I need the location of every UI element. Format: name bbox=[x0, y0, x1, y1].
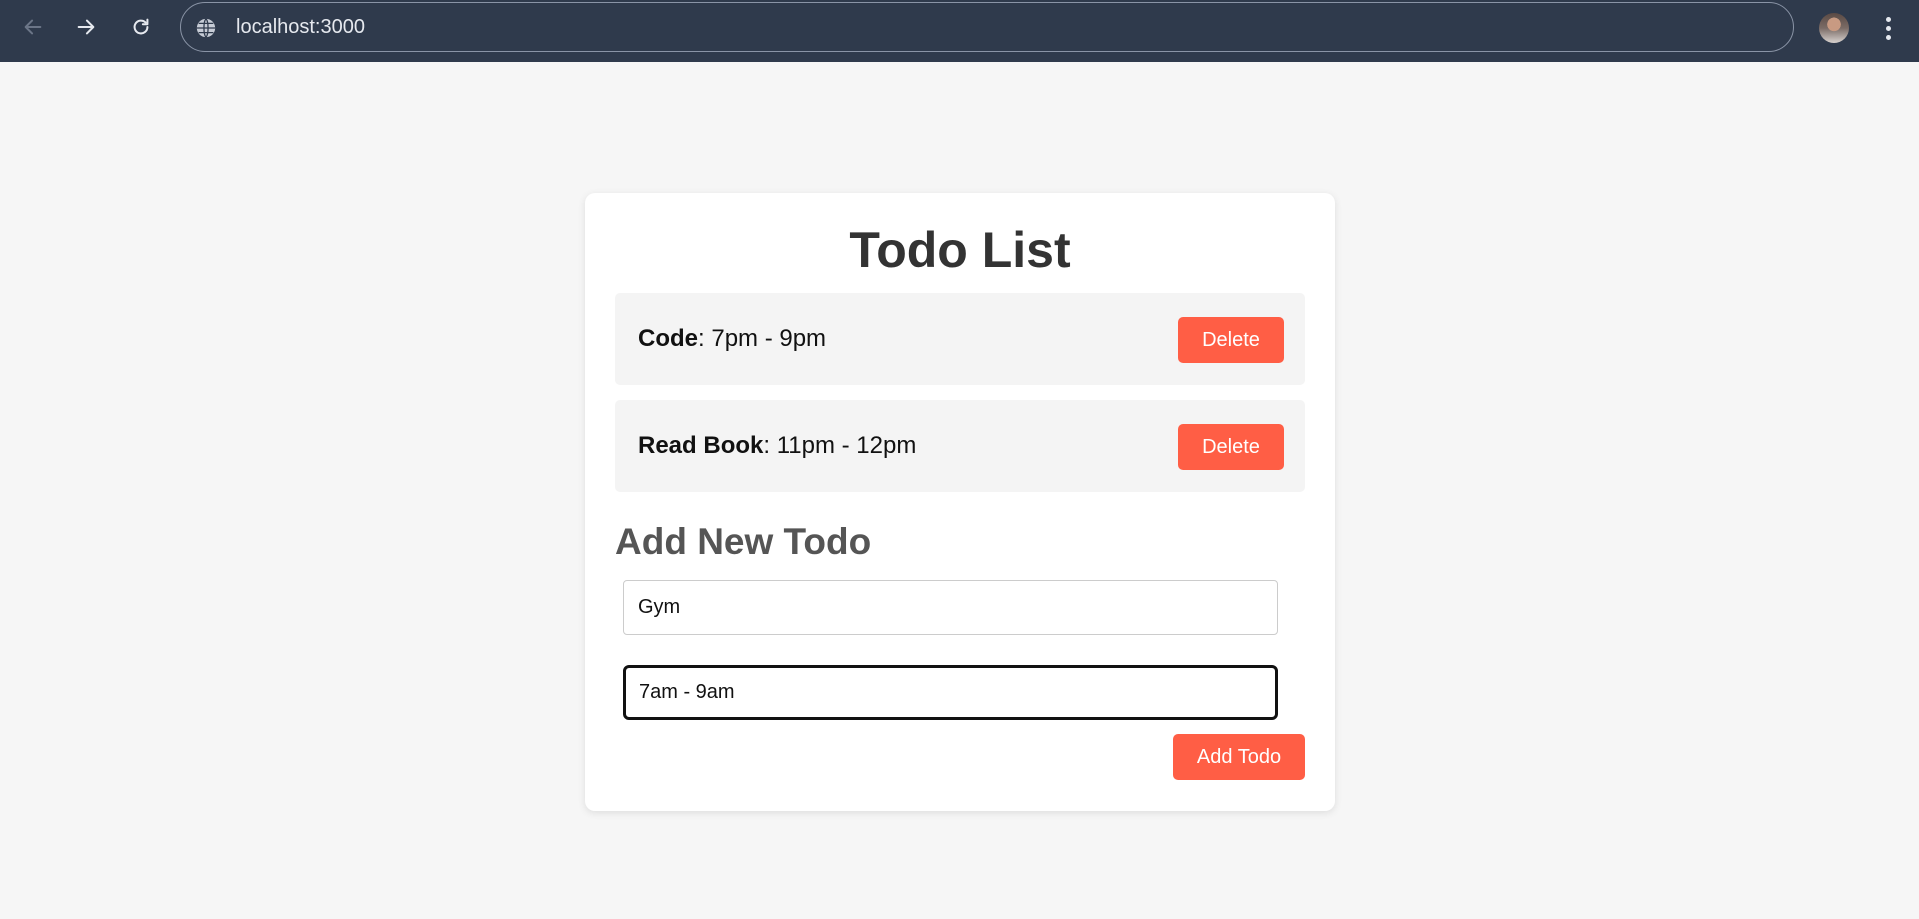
todo-time: 11pm - 12pm bbox=[770, 432, 917, 459]
add-todo-heading: Add New Todo bbox=[615, 521, 872, 562]
back-button[interactable] bbox=[16, 10, 50, 44]
url-text[interactable]: localhost:3000 bbox=[236, 16, 365, 39]
todo-item: Code: 7pm - 9pm Delete bbox=[615, 293, 1305, 385]
reload-icon bbox=[133, 18, 149, 35]
todo-text: Read Book: 11pm - 12pm bbox=[638, 432, 916, 460]
browser-toolbar: localhost:3000 bbox=[0, 0, 1919, 62]
delete-button[interactable]: Delete bbox=[1178, 317, 1284, 363]
todo-name: Code bbox=[638, 325, 698, 352]
todo-item: Read Book: 11pm - 12pm Delete bbox=[615, 400, 1305, 492]
todo-card: Todo List Code: 7pm - 9pm Delete Read Bo… bbox=[585, 193, 1335, 811]
todo-name-input[interactable] bbox=[623, 580, 1278, 635]
todo-time: 7pm - 9pm bbox=[704, 325, 827, 352]
address-bar[interactable]: localhost:3000 bbox=[180, 2, 1794, 52]
forward-button[interactable] bbox=[69, 10, 103, 44]
more-vertical-icon[interactable] bbox=[1873, 12, 1903, 44]
delete-button[interactable]: Delete bbox=[1178, 424, 1284, 470]
arrow-left-icon bbox=[24, 19, 42, 35]
profile-avatar[interactable] bbox=[1819, 13, 1849, 43]
page-title: Todo List bbox=[849, 222, 1071, 278]
todo-time-input[interactable] bbox=[623, 665, 1278, 720]
reload-button[interactable] bbox=[124, 10, 158, 44]
todo-separator: : bbox=[698, 325, 705, 352]
todo-text: Code: 7pm - 9pm bbox=[638, 325, 826, 353]
add-todo-button[interactable]: Add Todo bbox=[1173, 734, 1305, 780]
todo-name: Read Book bbox=[638, 432, 764, 459]
globe-icon[interactable] bbox=[195, 17, 217, 39]
arrow-right-icon bbox=[77, 19, 95, 35]
